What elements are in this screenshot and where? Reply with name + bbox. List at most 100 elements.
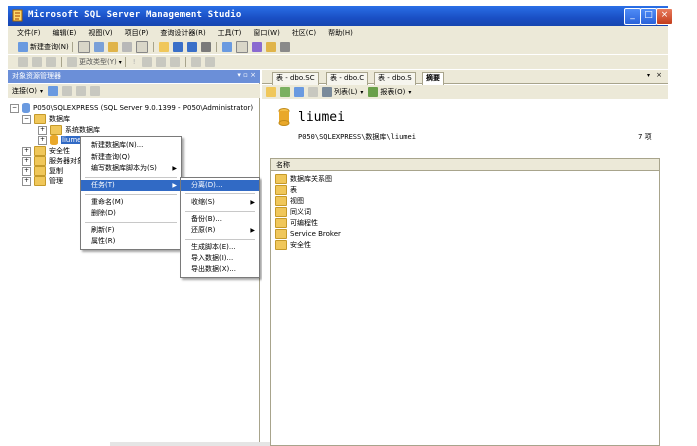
- menu-edit[interactable]: 编辑(E): [53, 28, 77, 38]
- tab-table-c[interactable]: 表 - dbo.C: [326, 72, 369, 85]
- template-icon[interactable]: [251, 42, 262, 52]
- report-icon[interactable]: [368, 87, 379, 97]
- menu-item-shrink[interactable]: 收缩(S) ▶: [181, 197, 259, 208]
- print-icon[interactable]: [200, 42, 211, 52]
- tab-dropdown-icon[interactable]: ▾: [647, 72, 650, 79]
- menu-item-new-database[interactable]: 新建数据库(N)...: [81, 140, 181, 151]
- list-dropdown-icon[interactable]: ▾: [360, 89, 363, 96]
- up-folder-icon[interactable]: [266, 87, 276, 97]
- tree-system-databases-node[interactable]: + 系统数据库: [38, 125, 100, 135]
- list-view-button[interactable]: 列表(L): [334, 87, 357, 97]
- diagram-icon[interactable]: [32, 57, 42, 67]
- expand-icon[interactable]: +: [22, 156, 31, 166]
- menu-item-detach[interactable]: 分离(D)...: [181, 180, 259, 191]
- tree-server-objects-node[interactable]: + 服务器对象: [22, 156, 84, 166]
- change-type-dropdown-icon[interactable]: ▾: [119, 59, 122, 66]
- sql-pane-icon[interactable]: [46, 57, 56, 67]
- pane-pin-controls[interactable]: ▾ ▫ ×: [237, 71, 256, 79]
- expand-icon[interactable]: +: [38, 135, 47, 145]
- expand-icon[interactable]: +: [38, 125, 47, 135]
- tab-table-sc[interactable]: 表 - dbo.SC: [272, 72, 319, 85]
- menu-item-new-query[interactable]: 新建查询(Q): [81, 152, 181, 163]
- disconnect-icon[interactable]: [48, 86, 58, 96]
- menu-item-refresh[interactable]: 刷新(F): [81, 225, 181, 236]
- verify-sql-icon[interactable]: [141, 57, 152, 67]
- registered-servers-icon[interactable]: [221, 42, 232, 52]
- stop-icon[interactable]: [62, 86, 72, 96]
- close-button[interactable]: ×: [656, 8, 673, 25]
- tree-replication-node[interactable]: + 复制: [22, 166, 63, 176]
- list-item[interactable]: 视图: [275, 196, 304, 206]
- expand-icon[interactable]: +: [22, 146, 31, 156]
- refresh-icon[interactable]: [76, 86, 86, 96]
- list-header-name[interactable]: 名称: [271, 159, 659, 171]
- menu-item-backup[interactable]: 备份(B)...: [181, 214, 259, 225]
- results-icon[interactable]: [67, 57, 77, 67]
- save-all-icon[interactable]: [186, 42, 197, 52]
- tree-server-node[interactable]: − P050\SQLEXPRESS (SQL Server 9.0.1399 - …: [10, 103, 253, 113]
- change-type-button[interactable]: 更改类型(Y): [79, 57, 117, 67]
- menu-item-import-data[interactable]: 导入数据(I)...: [181, 253, 259, 264]
- tree-management-node[interactable]: + 管理: [22, 176, 63, 186]
- connect-dropdown-icon[interactable]: ▾: [40, 88, 43, 95]
- execute-icon[interactable]: !: [133, 58, 136, 66]
- report-dropdown-icon[interactable]: ▾: [408, 89, 411, 96]
- menu-item-script-database[interactable]: 编写数据库脚本为(S) ▶: [81, 163, 181, 174]
- tree-liumei-node[interactable]: + liumei: [38, 135, 85, 145]
- collapse-icon[interactable]: −: [10, 103, 19, 113]
- new-file-icon[interactable]: [77, 41, 90, 53]
- list-item[interactable]: 安全性: [275, 240, 311, 250]
- menu-item-delete[interactable]: 删除(D): [81, 208, 181, 219]
- menu-item-restore[interactable]: 还原(R) ▶: [181, 225, 259, 236]
- filter-icon[interactable]: [90, 86, 100, 96]
- report-button[interactable]: 报表(O): [380, 87, 405, 97]
- expand-icon[interactable]: +: [22, 176, 31, 186]
- properties-icon[interactable]: [235, 41, 248, 53]
- menu-item-export-data[interactable]: 导出数据(X)...: [181, 264, 259, 275]
- refresh-icon[interactable]: [294, 87, 304, 97]
- list-item[interactable]: 可编程性: [275, 218, 318, 228]
- tab-close-icon[interactable]: ×: [656, 71, 662, 79]
- object-explorer-icon[interactable]: [265, 42, 276, 52]
- mdx-icon[interactable]: [107, 42, 118, 52]
- add-derived-table-icon[interactable]: [190, 57, 201, 67]
- menu-help[interactable]: 帮助(H): [328, 28, 353, 38]
- menu-item-properties[interactable]: 属性(R): [81, 236, 181, 247]
- filter-icon[interactable]: [308, 87, 318, 97]
- tab-table-s[interactable]: 表 - dbo.S: [374, 72, 416, 85]
- tree-databases-node[interactable]: − 数据库: [22, 114, 70, 124]
- open-folder-icon[interactable]: [158, 42, 169, 52]
- menu-file[interactable]: 文件(F): [17, 28, 41, 38]
- connect-button[interactable]: 连接(O): [12, 86, 37, 96]
- menu-community[interactable]: 社区(C): [292, 28, 316, 38]
- menu-item-tasks[interactable]: 任务(T) ▶: [81, 180, 181, 191]
- sync-icon[interactable]: [280, 87, 290, 97]
- menu-item-generate-scripts[interactable]: 生成脚本(E)...: [181, 242, 259, 253]
- grid-icon[interactable]: [18, 57, 28, 67]
- tab-summary[interactable]: 摘要: [422, 72, 444, 85]
- tree-security-node[interactable]: + 安全性: [22, 146, 70, 156]
- expand-icon[interactable]: +: [22, 166, 31, 176]
- minimize-button[interactable]: _: [624, 8, 641, 25]
- group-by-icon[interactable]: [155, 57, 166, 67]
- list-item[interactable]: 同义词: [275, 207, 311, 217]
- new-query-button[interactable]: 新建查询(N): [30, 42, 69, 52]
- dmx-icon[interactable]: [121, 42, 132, 52]
- list-item[interactable]: 表: [275, 185, 297, 195]
- list-view-icon[interactable]: [322, 87, 332, 97]
- save-icon[interactable]: [172, 42, 183, 52]
- list-item[interactable]: 数据库关系图: [275, 174, 332, 184]
- menu-project[interactable]: 项目(P): [125, 28, 149, 38]
- add-table-icon[interactable]: [169, 57, 180, 67]
- collapse-icon[interactable]: −: [22, 114, 31, 124]
- menu-tools[interactable]: 工具(T): [218, 28, 242, 38]
- menu-query-designer[interactable]: 查询设计器(R): [160, 28, 205, 38]
- xmla-icon[interactable]: [135, 41, 148, 53]
- analysis-icon[interactable]: [93, 42, 104, 52]
- list-item[interactable]: Service Broker: [275, 229, 341, 239]
- menu-window[interactable]: 窗口(W): [253, 28, 279, 38]
- menu-view[interactable]: 视图(V): [88, 28, 112, 38]
- menu-item-rename[interactable]: 重命名(M): [81, 197, 181, 208]
- toolbox-icon[interactable]: [279, 42, 290, 52]
- maximize-button[interactable]: □: [640, 8, 657, 25]
